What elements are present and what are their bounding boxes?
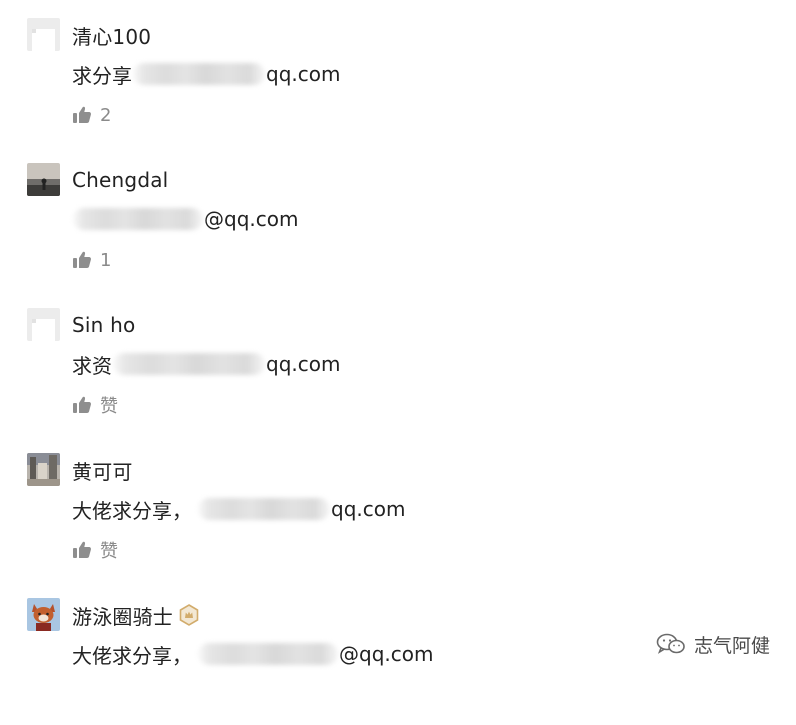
comment-text: @qq.com [72, 203, 298, 235]
username-row: 黄可可 [72, 453, 133, 487]
username-row: 游泳圈骑士 [72, 598, 199, 632]
comment-text-prefix: 大佬求分享， [72, 498, 192, 523]
avatar[interactable] [27, 453, 60, 486]
like-row[interactable]: 赞 [72, 390, 118, 420]
redacted-email [198, 498, 330, 520]
wechat-logo-icon [656, 633, 685, 654]
like-label: 赞 [100, 396, 118, 417]
photo-avatar-street [27, 453, 60, 486]
comment-text: 求分享 qq.com [72, 58, 340, 90]
username-row: Chengdal [72, 163, 168, 197]
comment-item: Chengdal @qq.com 1 [0, 145, 796, 290]
comment-text: 大佬求分享， qq.com [72, 493, 405, 525]
blank-avatar-icon [27, 18, 60, 51]
comment-item: Sin ho 求资 qq.com 赞 [0, 290, 796, 435]
username[interactable]: Chengdal [72, 168, 168, 192]
avatar[interactable] [27, 18, 60, 51]
username-row: Sin ho [72, 308, 135, 342]
blank-avatar-icon [27, 308, 60, 341]
comment-text-suffix: qq.com [331, 497, 406, 521]
redacted-email [133, 63, 265, 85]
comment-text-prefix: 求资 [72, 353, 112, 378]
comment-item: 清心100 求分享 qq.com 2 [0, 0, 796, 145]
avatar[interactable] [27, 163, 60, 196]
redacted-email [198, 643, 338, 665]
comment-text-suffix: qq.com [266, 62, 341, 86]
watermark: 志气阿健 [656, 628, 770, 660]
comment-text-prefix: 大佬求分享， [72, 643, 192, 668]
watermark-text: 志气阿健 [694, 634, 771, 657]
thumbs-up-icon[interactable] [72, 395, 92, 415]
avatar[interactable] [27, 598, 60, 631]
thumbs-up-icon[interactable] [72, 540, 92, 560]
photo-avatar-seaside [27, 163, 60, 196]
like-row[interactable]: 1 [72, 245, 111, 275]
like-row[interactable]: 2 [72, 100, 111, 130]
like-count: 2 [100, 104, 112, 126]
crown-badge-icon [179, 604, 199, 626]
comment-text-prefix: 求分享 [72, 63, 132, 88]
like-label: 赞 [100, 541, 118, 562]
comment-item: 黄可可 大佬求分享， qq.com 赞 [0, 435, 796, 580]
avatar[interactable] [27, 308, 60, 341]
comment-text: 大佬求分享， @qq.com [72, 638, 433, 670]
username[interactable]: 清心100 [72, 21, 151, 50]
like-row[interactable]: 赞 [72, 535, 118, 565]
comment-text-suffix: @qq.com [204, 207, 299, 231]
photo-avatar-fox [27, 598, 60, 631]
comment-text-suffix: qq.com [266, 352, 341, 376]
comment-text: 求资 qq.com [72, 348, 340, 380]
thumbs-up-icon[interactable] [72, 250, 92, 270]
username-row: 清心100 [72, 18, 151, 52]
username[interactable]: Sin ho [72, 313, 135, 337]
username[interactable]: 游泳圈骑士 [72, 601, 173, 630]
redacted-email [113, 353, 265, 375]
like-count: 1 [100, 249, 112, 271]
comment-text-suffix: @qq.com [339, 642, 434, 666]
thumbs-up-icon[interactable] [72, 105, 92, 125]
redacted-email [73, 208, 203, 230]
username[interactable]: 黄可可 [72, 456, 133, 485]
